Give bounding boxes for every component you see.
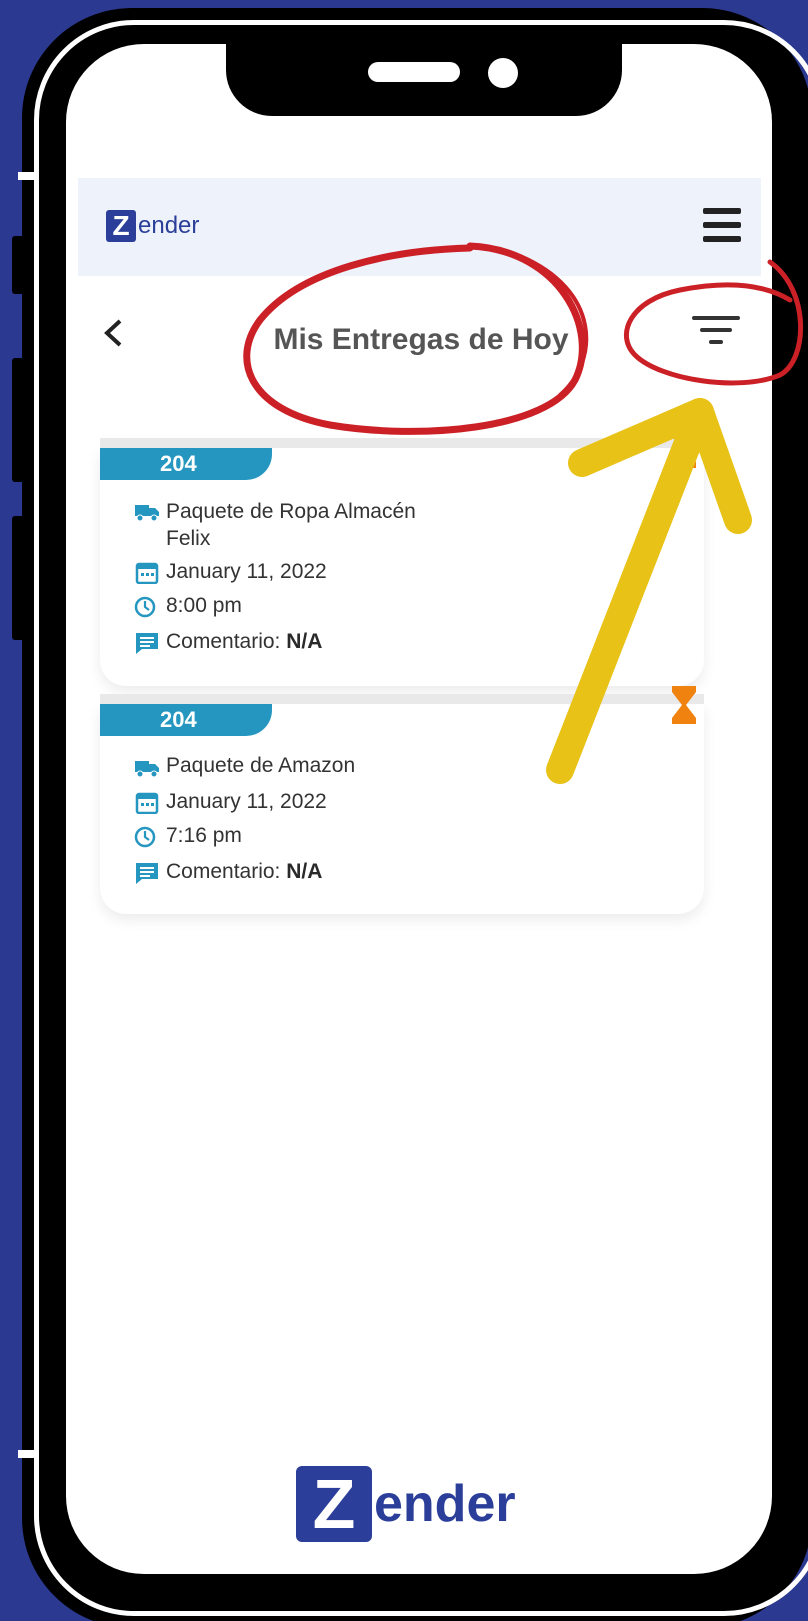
camera-icon [488, 58, 518, 88]
comment-label: Comentario: [166, 860, 281, 883]
card-top-bar [100, 694, 704, 704]
back-button[interactable] [102, 312, 124, 358]
app-header: Z ender [78, 178, 761, 276]
delivery-time: 7:16 pm [166, 824, 242, 847]
delivery-id-badge: 204 [100, 448, 272, 480]
phone-side-button [12, 358, 24, 482]
delivery-date: January 11, 2022 [166, 560, 327, 583]
comment-value: N/A [286, 860, 323, 883]
logo-text: ender [138, 212, 200, 239]
speaker-icon [368, 62, 460, 82]
package-name: Paquete de Amazon [166, 754, 356, 777]
comment-label: Comentario: [166, 630, 281, 653]
delivery-time: 8:00 pm [166, 594, 242, 617]
phone-edge-mark [18, 172, 34, 180]
truck-icon [135, 505, 159, 522]
time-row: 8:00 pm [134, 594, 242, 618]
delivery-card[interactable]: 204 Paquete de Ropa Almacén Felix Januar… [100, 430, 704, 686]
logo-text: ender [374, 1475, 516, 1533]
filter-icon[interactable] [690, 316, 742, 350]
calendar-icon [135, 562, 159, 584]
comment-row: Comentario: N/A [134, 630, 322, 654]
package-name: Paquete de Ropa Almacén Felix [166, 500, 416, 550]
phone-notch [226, 30, 622, 116]
package-row: Paquete de Ropa Almacén Felix [134, 498, 436, 552]
date-row: January 11, 2022 [134, 560, 327, 584]
delivery-id-badge: 204 [100, 704, 272, 736]
hourglass-icon[interactable] [672, 686, 696, 724]
comment-icon [136, 863, 158, 884]
comment-icon [136, 633, 158, 654]
clock-icon [134, 596, 156, 618]
delivery-date: January 11, 2022 [166, 790, 327, 813]
logo-mark: Z [296, 1465, 372, 1543]
back-icon [104, 319, 122, 347]
delivery-card[interactable]: 204 Paquete de Amazon January 11, 2022 7… [100, 686, 704, 914]
time-row: 7:16 pm [134, 824, 242, 848]
page-title: Mis Entregas de Hoy [273, 323, 569, 356]
hourglass-icon[interactable] [672, 430, 696, 468]
package-row: Paquete de Amazon [134, 754, 355, 778]
logo-mark: Z [106, 210, 136, 242]
clock-icon [134, 826, 156, 848]
phone-side-button [12, 516, 24, 640]
phone-edge-mark [18, 1450, 34, 1458]
truck-icon [135, 761, 159, 778]
calendar-icon [135, 792, 159, 814]
card-top-bar [100, 438, 704, 448]
comment-row: Comentario: N/A [134, 860, 322, 884]
footer-logo: Z ender [296, 1465, 516, 1543]
comment-value: N/A [286, 630, 323, 653]
header-logo[interactable]: Z ender [106, 210, 199, 242]
phone-side-button [12, 236, 24, 294]
date-row: January 11, 2022 [134, 790, 327, 814]
menu-icon[interactable] [703, 208, 741, 242]
